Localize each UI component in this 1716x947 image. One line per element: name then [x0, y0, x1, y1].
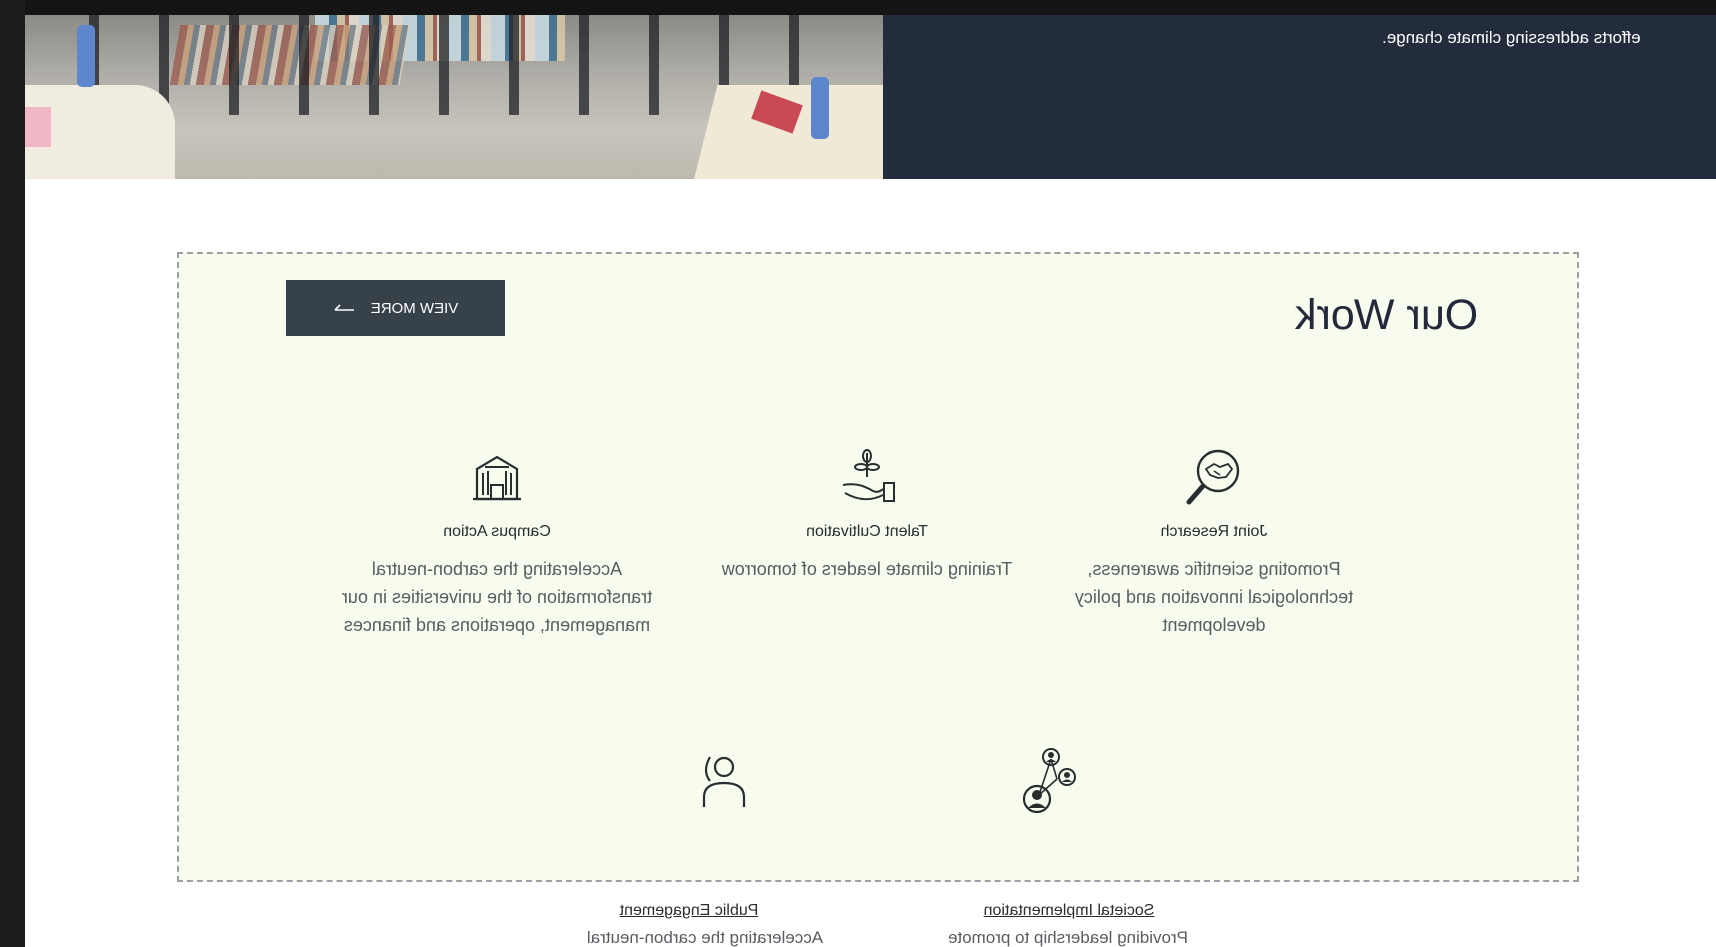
work-item-campus-action[interactable]: Campus Action Accelerating the carbon-ne… — [337, 447, 657, 639]
work-item-title: Societal Implementation — [983, 902, 1155, 919]
view-more-label: VIEW MORE — [370, 299, 459, 317]
handshake-magnifier-icon — [1186, 449, 1240, 505]
photo-name-card — [25, 107, 51, 147]
building-icon — [473, 455, 521, 501]
our-work-section: Our Work VIEW MORE Joint Research Promot… — [177, 252, 1579, 919]
arrow-right-icon — [334, 304, 354, 311]
photo-bottle — [811, 77, 829, 139]
work-item-title: Joint Research — [1160, 523, 1268, 540]
work-item-description: Accelerating the carbon-neutral — [586, 928, 824, 947]
work-item-public-engagement[interactable] — [622, 747, 822, 817]
work-item-description: Promoting scientific awareness, technolo… — [1074, 559, 1354, 635]
view-more-button[interactable]: VIEW MORE — [286, 280, 505, 336]
hero-text: efforts addressing climate change. — [1382, 28, 1641, 47]
hero-photo — [25, 15, 883, 179]
browser-left-edge — [0, 0, 25, 947]
hand-sprout-icon — [842, 449, 895, 502]
section-title: Our Work — [1294, 291, 1478, 339]
person-icon — [702, 756, 746, 807]
photo-bottle — [77, 25, 95, 87]
work-item-description: Training climate leaders of tomorrow — [721, 559, 1013, 579]
work-item-societal-implementation[interactable] — [949, 747, 1149, 817]
work-item-description: Accelerating the carbon-neutral transfor… — [341, 559, 653, 635]
work-item-title: Campus Action — [443, 523, 551, 540]
browser-top-edge — [0, 0, 1716, 15]
work-item-title: Public Engagement — [619, 902, 759, 919]
work-item-joint-research[interactable]: Joint Research Promoting scientific awar… — [1059, 447, 1369, 639]
hero-panel: efforts addressing climate change. — [883, 15, 1716, 179]
network-people-icon — [1022, 748, 1076, 814]
work-item-talent-cultivation[interactable]: Talent Cultivation Training climate lead… — [702, 447, 1032, 583]
page: efforts addressing climate change. Our W… — [25, 15, 1716, 947]
work-item-description: Providing leadership to promote — [947, 928, 1189, 947]
work-item-title: Talent Cultivation — [806, 523, 928, 540]
